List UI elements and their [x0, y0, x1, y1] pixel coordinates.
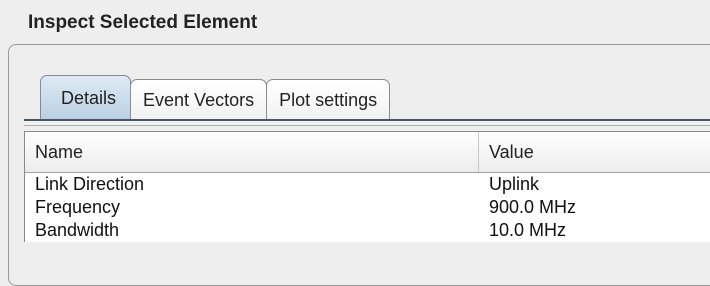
row-name-cell: Bandwidth [35, 220, 120, 240]
tab-content-border [24, 121, 710, 126]
row-value-cell: 10.0 MHz [489, 220, 567, 240]
row-name-cell: Link Direction [35, 174, 145, 194]
table-row[interactable]: Frequency 900.0 MHz [25, 196, 710, 219]
row-value-cell: Uplink [489, 174, 540, 194]
tab-event-vectors[interactable]: Event Vectors [130, 79, 268, 120]
tab-bar: Details Event Vectors Plot settings [40, 74, 391, 120]
table-row[interactable]: Link Direction Uplink [25, 173, 710, 196]
row-value-cell: 900.0 MHz [489, 197, 577, 217]
column-header-value[interactable]: Value [479, 132, 710, 172]
row-name-cell: Frequency [35, 197, 121, 217]
column-header-name[interactable]: Name [25, 132, 479, 172]
tab-plot-settings[interactable]: Plot settings [266, 79, 391, 120]
tab-details[interactable]: Details [40, 75, 132, 120]
panel-title: Inspect Selected Element [28, 12, 258, 33]
properties-table: Name Value Link Direction Uplink Frequen… [24, 131, 710, 242]
table-row[interactable]: Bandwidth 10.0 MHz [25, 219, 710, 242]
table-header: Name Value [25, 131, 710, 173]
